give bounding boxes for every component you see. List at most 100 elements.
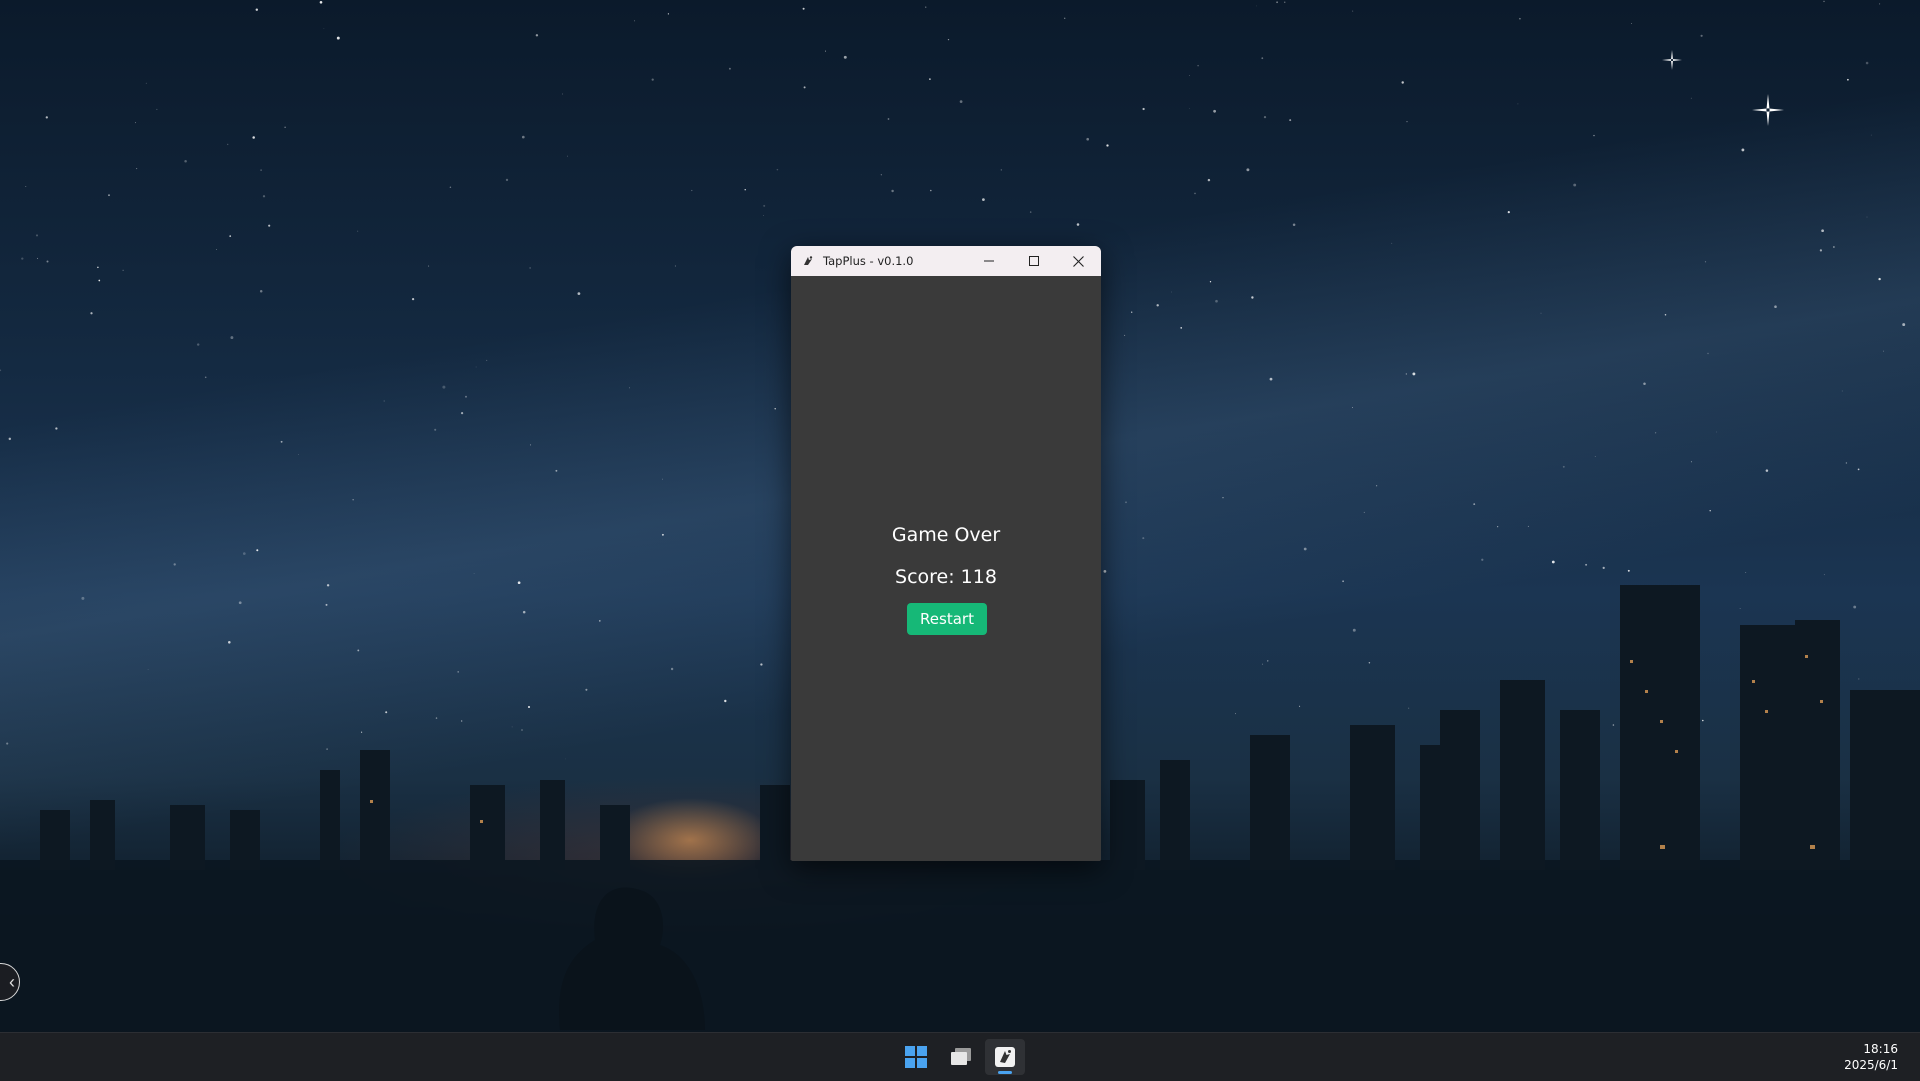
star xyxy=(1256,5,1257,7)
star xyxy=(925,6,927,8)
star xyxy=(242,552,246,555)
star xyxy=(982,198,985,201)
game-canvas[interactable]: Game Over Score: 118 Restart xyxy=(791,276,1101,861)
star xyxy=(1131,311,1133,313)
maximize-icon xyxy=(1028,256,1039,266)
star xyxy=(1375,485,1378,487)
star xyxy=(1879,3,1881,5)
star xyxy=(691,189,693,192)
star xyxy=(262,195,266,198)
star xyxy=(449,186,452,188)
star xyxy=(1643,382,1646,386)
system-clock[interactable]: 18:16 2025/6/1 xyxy=(1844,1041,1898,1073)
star xyxy=(319,0,323,4)
star xyxy=(661,533,664,536)
star xyxy=(651,78,654,81)
star xyxy=(1857,468,1860,471)
star xyxy=(1562,465,1565,468)
star xyxy=(45,116,48,119)
star xyxy=(959,100,963,103)
star xyxy=(1823,0,1825,3)
star xyxy=(297,454,299,456)
star xyxy=(1865,61,1869,65)
taskbar-tapplus-button[interactable] xyxy=(985,1039,1025,1075)
taskbar: 18:16 2025/6/1 xyxy=(0,1032,1920,1081)
star xyxy=(1405,373,1407,375)
minimize-button[interactable] xyxy=(966,246,1011,276)
star xyxy=(1517,103,1519,105)
star xyxy=(215,248,217,250)
star xyxy=(1406,121,1408,123)
star xyxy=(1209,281,1212,283)
star xyxy=(1878,277,1881,281)
window-titlebar[interactable]: TapPlus - v0.1.0 xyxy=(791,246,1101,276)
star xyxy=(1519,17,1521,20)
star xyxy=(947,38,950,41)
star xyxy=(667,13,670,15)
star xyxy=(880,174,882,176)
star xyxy=(35,234,39,237)
star xyxy=(1573,183,1577,187)
star xyxy=(825,50,826,52)
star xyxy=(259,290,263,293)
star xyxy=(486,359,488,361)
start-button[interactable] xyxy=(896,1039,936,1075)
close-button[interactable] xyxy=(1056,246,1101,276)
star xyxy=(1704,261,1707,263)
maximize-button[interactable] xyxy=(1011,246,1056,276)
star xyxy=(1303,547,1307,551)
star xyxy=(37,257,39,259)
star xyxy=(1664,314,1667,316)
star xyxy=(1263,115,1267,119)
star xyxy=(1540,312,1542,314)
star xyxy=(1866,216,1868,218)
star xyxy=(1507,211,1510,214)
star xyxy=(323,28,325,29)
star xyxy=(1289,119,1292,122)
star xyxy=(1222,497,1224,499)
star xyxy=(776,168,779,171)
star xyxy=(1194,192,1196,195)
star xyxy=(284,126,286,128)
star xyxy=(1412,372,1416,376)
star xyxy=(280,440,283,443)
star xyxy=(929,78,931,80)
clock-date: 2025/6/1 xyxy=(1844,1058,1898,1072)
star xyxy=(230,336,234,340)
window-title: TapPlus - v0.1.0 xyxy=(823,254,914,268)
star xyxy=(465,395,467,398)
star xyxy=(196,343,200,346)
score-text: Score: 118 xyxy=(895,566,997,588)
star xyxy=(21,257,24,260)
restart-button[interactable]: Restart xyxy=(907,603,987,635)
star xyxy=(1106,144,1109,147)
star xyxy=(535,34,539,37)
star xyxy=(184,160,187,163)
star xyxy=(1076,223,1080,226)
task-view-icon xyxy=(951,1048,971,1065)
star xyxy=(1246,168,1250,172)
star xyxy=(1690,461,1692,463)
star xyxy=(1527,525,1529,527)
star xyxy=(744,189,746,191)
star xyxy=(1261,57,1264,60)
star xyxy=(1700,34,1703,37)
star xyxy=(1391,242,1393,244)
star xyxy=(521,135,525,139)
star xyxy=(434,428,437,431)
star xyxy=(930,189,932,192)
star xyxy=(156,108,158,110)
star xyxy=(1870,134,1872,136)
star xyxy=(256,549,259,552)
star xyxy=(843,55,847,59)
star xyxy=(1142,107,1145,111)
star xyxy=(803,86,806,89)
star xyxy=(1215,299,1218,303)
task-view-button[interactable] xyxy=(941,1039,981,1075)
star xyxy=(1821,229,1824,233)
star xyxy=(46,260,49,263)
star xyxy=(352,499,354,501)
bright-star xyxy=(1752,94,1784,126)
star xyxy=(505,178,509,182)
star xyxy=(1189,107,1190,109)
